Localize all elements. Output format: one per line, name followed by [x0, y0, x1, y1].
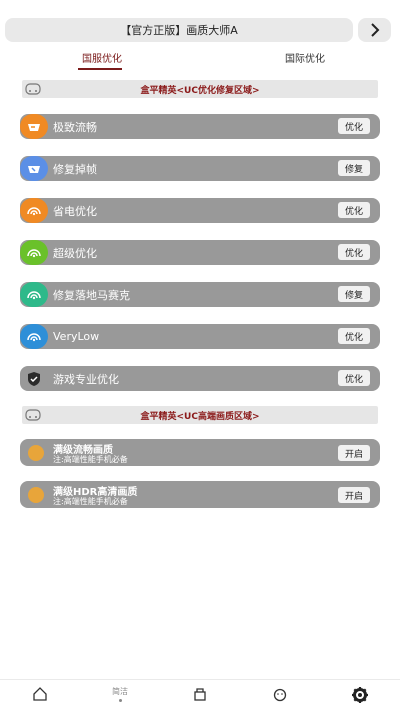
- nav-settings[interactable]: [348, 686, 372, 708]
- nav-label: 简洁: [112, 687, 128, 696]
- gauge-icon: [20, 156, 48, 181]
- item-subtitle: 注:高端性能手机必备: [53, 497, 128, 506]
- next-button[interactable]: [358, 18, 391, 42]
- item-label: 超级优化: [53, 246, 97, 260]
- chevron-right-icon: [370, 23, 379, 37]
- item-label: 修复落地马赛克: [53, 288, 130, 302]
- item-label: 游戏专业优化: [53, 372, 119, 386]
- tab-cn[interactable]: 国服优化: [82, 50, 122, 65]
- app-title-bar: 【官方正版】画质大师A: [5, 18, 353, 42]
- nav-face[interactable]: [268, 686, 292, 708]
- section-title: 盒平精英<UC高端画质区域>: [140, 411, 260, 422]
- item-label: 修复掉帧: [53, 162, 97, 176]
- gamepad-icon: [25, 83, 41, 95]
- section-header-hd: 盒平精英<UC高端画质区域>: [22, 406, 378, 424]
- face-icon: [273, 688, 287, 702]
- optimize-button[interactable]: 优化: [338, 244, 370, 260]
- section-header-fix: 盒平精英<UC优化修复区域>: [22, 80, 378, 98]
- speed-icon: [20, 114, 48, 139]
- optimize-button[interactable]: 优化: [338, 328, 370, 344]
- signal-icon: [20, 240, 48, 265]
- item-subtitle: 注:高端性能手机必备: [53, 455, 128, 464]
- coin-icon: [28, 487, 44, 503]
- item-label: 省电优化: [53, 204, 97, 218]
- list-item: 满级HDR高清画质 注:高端性能手机必备 开启: [20, 481, 380, 508]
- list-item: 游戏专业优化 优化: [20, 366, 380, 391]
- optimize-button[interactable]: 优化: [338, 370, 370, 386]
- item-label: VeryLow: [53, 330, 100, 343]
- optimize-button[interactable]: 优化: [338, 118, 370, 134]
- app-title: 【官方正版】画质大师A: [120, 24, 238, 37]
- signal-icon: [20, 198, 48, 223]
- list-item: 极致流畅 优化: [20, 114, 380, 139]
- list-item: 满级流畅画质 注:高端性能手机必备 开启: [20, 439, 380, 466]
- gift-icon: [194, 688, 206, 701]
- nav-simple[interactable]: 简洁: [108, 686, 132, 708]
- list-item: 修复掉帧 修复: [20, 156, 380, 181]
- item-label: 极致流畅: [53, 120, 97, 134]
- list-item: 省电优化 优化: [20, 198, 380, 223]
- list-item: VeryLow 优化: [20, 324, 380, 349]
- home-icon: [33, 687, 47, 701]
- bottom-nav: 简洁: [0, 679, 400, 712]
- list-item: 修复落地马赛克 修复: [20, 282, 380, 307]
- signal-icon: [20, 282, 48, 307]
- list-item: 超级优化 优化: [20, 240, 380, 265]
- coin-icon: [28, 445, 44, 461]
- shield-check-icon: [20, 366, 48, 391]
- section-title: 盒平精英<UC优化修复区域>: [140, 85, 260, 96]
- signal-icon: [20, 324, 48, 349]
- region-tabs: 国服优化 国际优化: [0, 50, 400, 72]
- nav-active-dot: [118, 699, 122, 702]
- tab-global[interactable]: 国际优化: [285, 50, 325, 65]
- optimize-button[interactable]: 优化: [338, 202, 370, 218]
- nav-gift[interactable]: [188, 686, 212, 708]
- gear-icon: [352, 687, 368, 703]
- fix-button[interactable]: 修复: [338, 160, 370, 176]
- gamepad-icon: [25, 409, 41, 421]
- enable-button[interactable]: 开启: [337, 445, 370, 461]
- active-tab-indicator: [78, 68, 122, 70]
- enable-button[interactable]: 开启: [337, 487, 370, 503]
- fix-button[interactable]: 修复: [338, 286, 370, 302]
- nav-home[interactable]: [28, 686, 52, 708]
